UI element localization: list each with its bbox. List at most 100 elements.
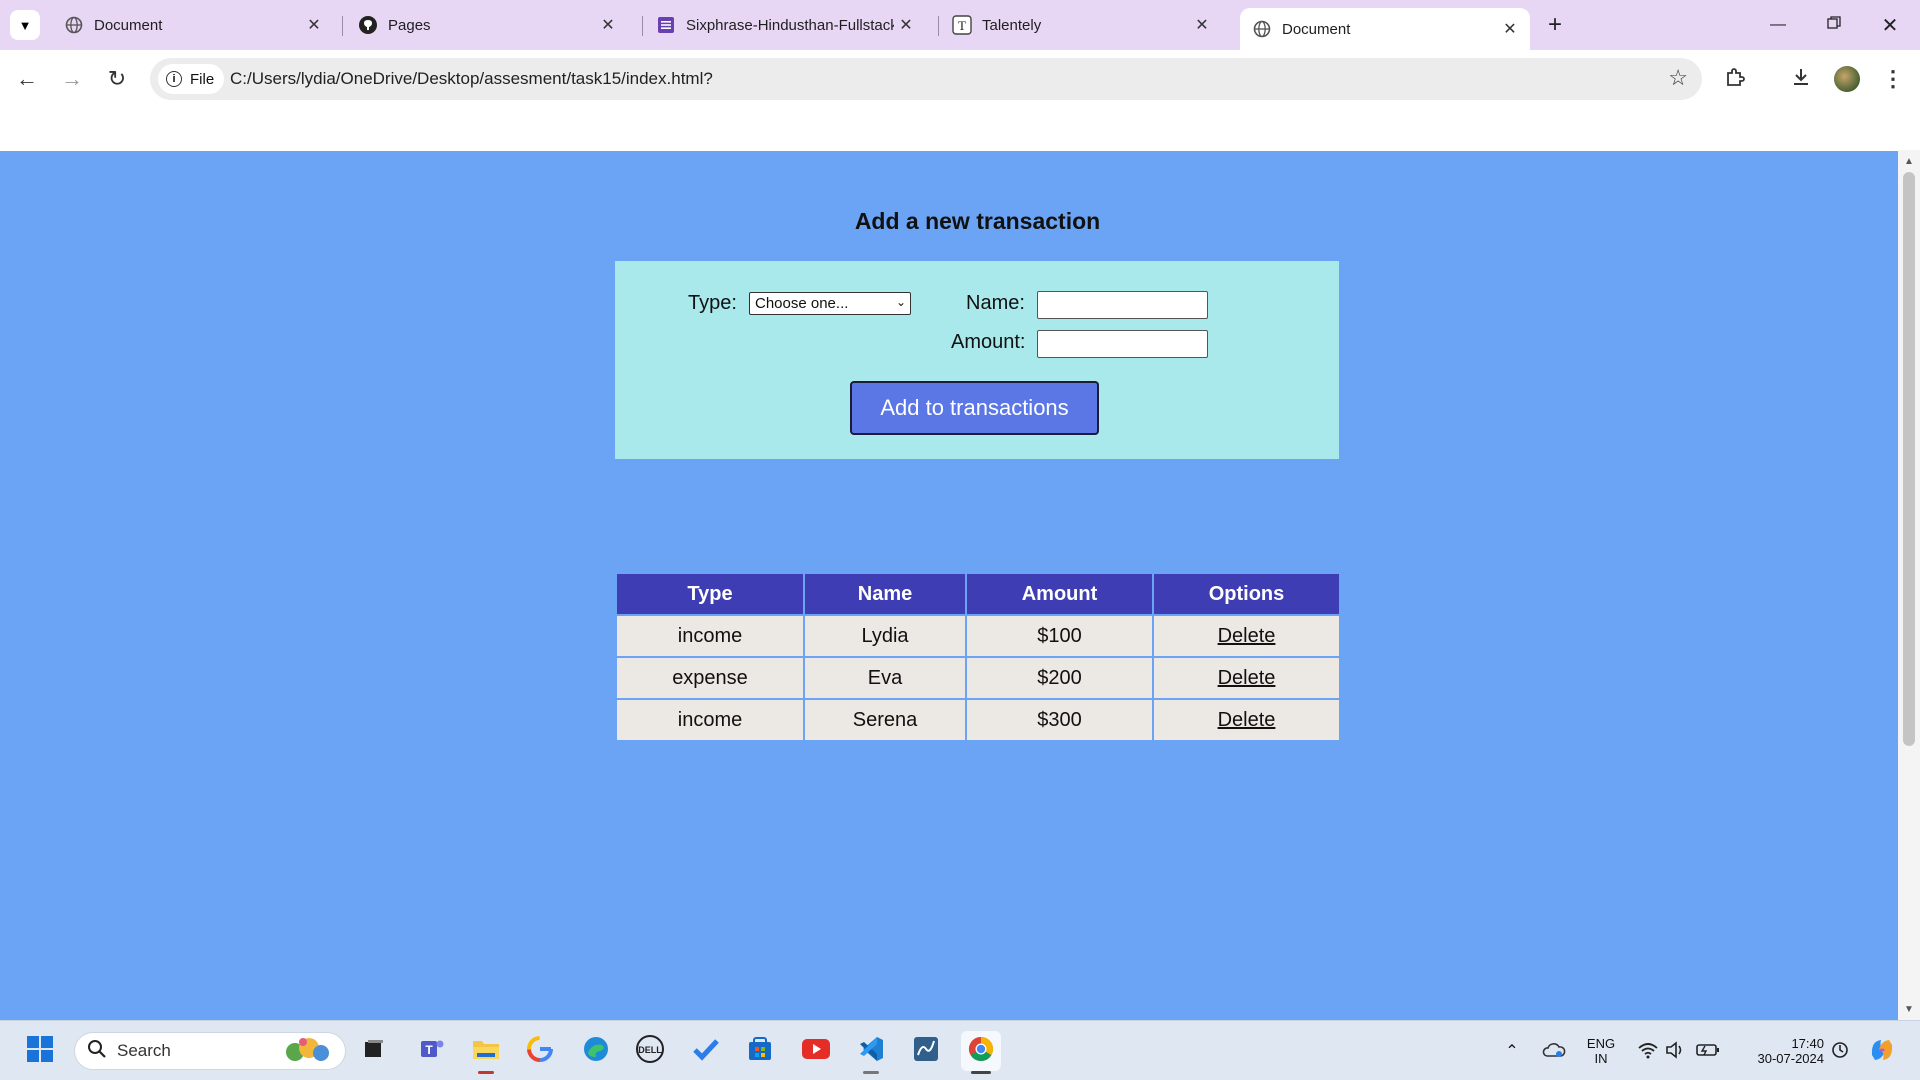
tab-pages[interactable]: Pages ✕ bbox=[346, 8, 628, 42]
cell-options: Delete bbox=[1154, 700, 1339, 740]
tab-title: Talentely bbox=[982, 16, 1042, 34]
copilot-button[interactable] bbox=[1864, 1021, 1900, 1080]
close-icon[interactable]: ✕ bbox=[302, 13, 326, 37]
dell-app[interactable]: DELL bbox=[630, 1031, 670, 1071]
amount-input[interactable] bbox=[1037, 330, 1208, 358]
taskbar-search[interactable]: Search bbox=[74, 1032, 346, 1070]
edge-app[interactable] bbox=[576, 1031, 616, 1071]
volume-status[interactable] bbox=[1662, 1021, 1688, 1080]
github-icon bbox=[358, 15, 378, 35]
reload-button[interactable]: ↻ bbox=[102, 64, 132, 94]
language-label: ENG bbox=[1586, 1036, 1616, 1051]
scrollbar-thumb[interactable] bbox=[1903, 172, 1915, 746]
forward-arrow-icon: → bbox=[61, 66, 83, 91]
todo-app[interactable] bbox=[686, 1031, 726, 1071]
youtube-app[interactable] bbox=[796, 1031, 836, 1071]
active-indicator bbox=[478, 1071, 494, 1074]
type-label: Type: bbox=[688, 292, 737, 314]
table-header-row: Type Name Amount Options bbox=[617, 574, 1339, 614]
teams-icon: T bbox=[418, 1035, 446, 1068]
reload-icon: ↻ bbox=[107, 66, 127, 91]
vscode-app[interactable] bbox=[851, 1031, 891, 1074]
bookmark-star-icon[interactable]: ☆ bbox=[1668, 65, 1688, 91]
browser-menu-button[interactable]: ⋮ bbox=[1878, 64, 1908, 94]
extensions-button[interactable] bbox=[1720, 64, 1750, 94]
tab-document-1[interactable]: Document ✕ bbox=[52, 8, 334, 42]
close-icon[interactable]: ✕ bbox=[596, 13, 620, 37]
info-icon: i bbox=[166, 71, 182, 87]
column-header-options: Options bbox=[1154, 574, 1339, 614]
back-button[interactable]: ← bbox=[12, 64, 42, 94]
battery-status[interactable] bbox=[1694, 1021, 1722, 1080]
tab-divider bbox=[342, 16, 343, 36]
close-window-button[interactable]: ✕ bbox=[1870, 10, 1910, 40]
task-view-button[interactable] bbox=[354, 1031, 394, 1071]
language-indicator[interactable]: ENG IN bbox=[1578, 1021, 1624, 1080]
clock[interactable]: 17:40 30-07-2024 bbox=[1730, 1021, 1825, 1080]
store-app[interactable] bbox=[740, 1031, 780, 1071]
minimize-button[interactable]: — bbox=[1758, 10, 1798, 40]
globe-icon bbox=[64, 15, 84, 35]
dell-icon: DELL bbox=[635, 1034, 665, 1069]
start-button[interactable] bbox=[20, 1031, 60, 1071]
avatar bbox=[1834, 66, 1860, 92]
downloads-button[interactable] bbox=[1786, 64, 1816, 94]
download-icon bbox=[1790, 66, 1812, 93]
focus-status[interactable] bbox=[1826, 1021, 1854, 1080]
teams-app[interactable]: T bbox=[412, 1031, 452, 1071]
table-row: income Serena $300 Delete bbox=[617, 700, 1339, 740]
type-select-value: Choose one... bbox=[755, 295, 849, 312]
puzzle-icon bbox=[1724, 66, 1746, 93]
chrome-app[interactable] bbox=[961, 1031, 1001, 1074]
tab-divider bbox=[642, 16, 643, 36]
name-input[interactable] bbox=[1037, 291, 1208, 319]
svg-text:T: T bbox=[425, 1043, 433, 1057]
delete-link[interactable]: Delete bbox=[1218, 625, 1276, 647]
onedrive-status[interactable] bbox=[1540, 1021, 1568, 1080]
search-placeholder: Search bbox=[117, 1041, 171, 1060]
close-icon[interactable]: ✕ bbox=[1498, 17, 1522, 41]
scroll-up-icon[interactable]: ▲ bbox=[1898, 152, 1920, 170]
tab-search-button[interactable]: ▼ bbox=[10, 10, 40, 40]
site-info-chip[interactable]: i File bbox=[158, 64, 225, 94]
delete-link[interactable]: Delete bbox=[1218, 667, 1276, 689]
url-text[interactable]: C:/Users/lydia/OneDrive/Desktop/assesmen… bbox=[230, 69, 713, 89]
chevron-down-icon: ▼ bbox=[18, 17, 32, 33]
mysql-workbench-app[interactable] bbox=[906, 1031, 946, 1071]
column-header-type: Type bbox=[617, 574, 803, 614]
page-viewport: Add a new transaction Type: Choose one..… bbox=[0, 150, 1920, 1020]
add-transaction-button[interactable]: Add to transactions bbox=[850, 381, 1099, 435]
close-icon[interactable]: ✕ bbox=[894, 13, 918, 37]
google-app[interactable] bbox=[520, 1031, 560, 1071]
forward-button[interactable]: → bbox=[57, 64, 87, 94]
cloud-sync-icon bbox=[1542, 1041, 1566, 1062]
cell-options: Delete bbox=[1154, 658, 1339, 698]
browser-tab-bar: ▼ Document ✕ Pages ✕ Sixphrase-Hindustha… bbox=[0, 0, 1920, 50]
address-bar[interactable]: i File C:/Users/lydia/OneDrive/Desktop/a… bbox=[150, 58, 1702, 100]
tab-sixphrase[interactable]: Sixphrase-Hindusthan-Fullstack ✕ bbox=[644, 8, 926, 42]
youtube-icon bbox=[801, 1038, 831, 1065]
speaker-icon bbox=[1665, 1040, 1685, 1062]
tab-talentely[interactable]: T Talentely ✕ bbox=[940, 8, 1222, 42]
tab-document-active[interactable]: Document ✕ bbox=[1240, 8, 1530, 50]
show-hidden-icons-button[interactable]: ⌃ bbox=[1500, 1021, 1524, 1080]
new-tab-button[interactable]: + bbox=[1542, 11, 1568, 38]
type-select[interactable]: Choose one... ⌄ bbox=[749, 292, 911, 315]
vertical-scrollbar[interactable]: ▲ ▼ bbox=[1898, 150, 1920, 1020]
delete-link[interactable]: Delete bbox=[1218, 709, 1276, 731]
plus-icon: + bbox=[1547, 11, 1562, 38]
form-icon bbox=[656, 15, 676, 35]
wifi-status[interactable] bbox=[1634, 1021, 1662, 1080]
more-vertical-icon: ⋮ bbox=[1882, 66, 1904, 91]
scroll-down-icon[interactable]: ▼ bbox=[1898, 1000, 1920, 1018]
battery-icon bbox=[1696, 1042, 1720, 1061]
profile-button[interactable] bbox=[1832, 64, 1862, 94]
close-icon[interactable]: ✕ bbox=[1190, 13, 1214, 37]
store-icon bbox=[746, 1035, 774, 1068]
chrome-icon bbox=[967, 1035, 995, 1068]
file-explorer-app[interactable] bbox=[466, 1031, 506, 1074]
bell-settings-icon bbox=[1830, 1040, 1850, 1063]
restore-button[interactable] bbox=[1814, 10, 1854, 40]
minimize-icon: — bbox=[1770, 16, 1786, 33]
column-header-name: Name bbox=[805, 574, 965, 614]
